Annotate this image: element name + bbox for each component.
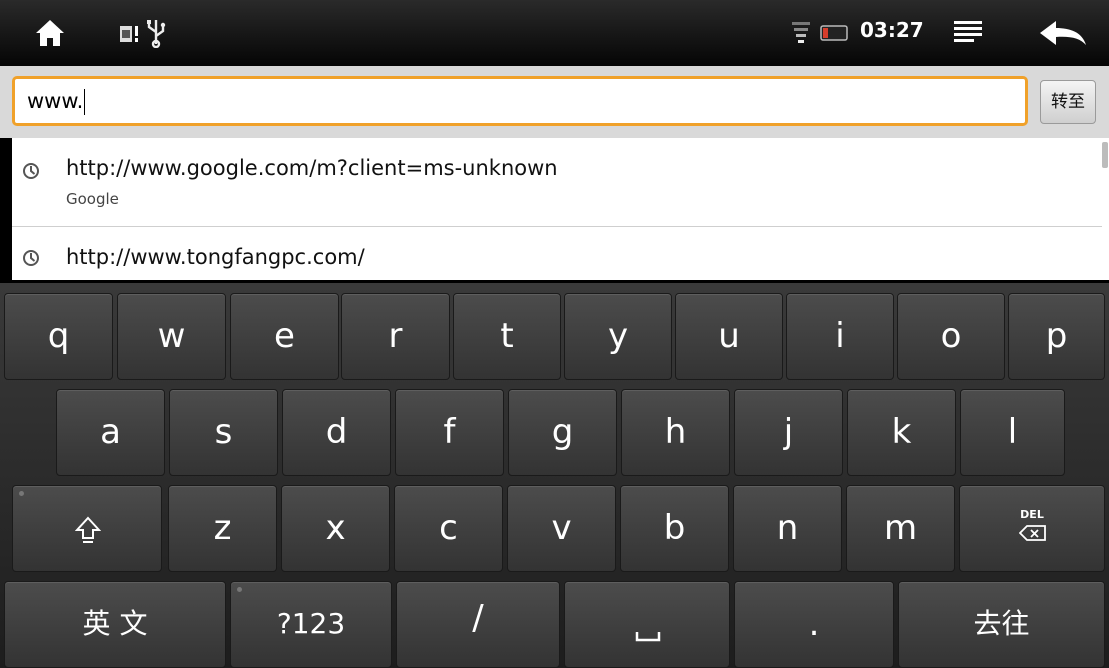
delete-key[interactable]: DEL — [959, 485, 1105, 572]
shift-key[interactable] — [12, 485, 162, 572]
suggestion-item[interactable]: http://www.tongfangpc.com/ — [12, 227, 1102, 280]
key-i[interactable]: i — [786, 293, 894, 380]
key-label: x — [325, 508, 346, 548]
key-m[interactable]: m — [846, 485, 955, 572]
key-q[interactable]: q — [4, 293, 113, 380]
key-v[interactable]: v — [507, 485, 616, 572]
go-key[interactable]: 去往 — [898, 581, 1105, 668]
suggestion-title: Google — [66, 190, 119, 208]
space-icon — [635, 632, 661, 642]
url-input[interactable]: www. — [12, 76, 1028, 126]
key-d[interactable]: d — [282, 389, 391, 476]
status-bar: 03:27 — [0, 0, 1109, 66]
key-k[interactable]: k — [847, 389, 956, 476]
key-label: w — [157, 316, 186, 356]
key-o[interactable]: o — [897, 293, 1005, 380]
text-cursor — [84, 89, 86, 115]
key-r[interactable]: r — [341, 293, 450, 380]
key-label: l — [1007, 412, 1018, 452]
key-n[interactable]: n — [733, 485, 842, 572]
period-key[interactable]: . — [734, 581, 894, 668]
key-indicator-dot — [19, 491, 24, 496]
key-label: c — [439, 508, 458, 548]
key-s[interactable]: s — [169, 389, 278, 476]
key-label: j — [783, 412, 794, 452]
home-icon[interactable] — [34, 18, 66, 48]
key-g[interactable]: g — [508, 389, 617, 476]
back-arrow-icon[interactable] — [1036, 18, 1088, 48]
key-label: . — [808, 604, 820, 644]
key-indicator-dot — [237, 587, 242, 592]
key-label: ?123 — [276, 607, 346, 640]
key-label: g — [551, 412, 574, 452]
key-label: a — [100, 412, 121, 452]
key-y[interactable]: y — [564, 293, 672, 380]
key-label: 去往 — [973, 607, 1030, 640]
history-clock-icon — [23, 250, 39, 266]
sim-card-icon — [120, 26, 138, 42]
key-label: i — [835, 316, 845, 356]
key-label: 英 文 — [82, 607, 148, 640]
key-label: f — [443, 412, 456, 452]
key-label: e — [274, 316, 295, 356]
key-b[interactable]: b — [620, 485, 729, 572]
key-j[interactable]: j — [734, 389, 843, 476]
suggestion-item[interactable]: http://www.google.com/m?client=ms-unknow… — [12, 138, 1102, 227]
clock-time: 03:27 — [860, 18, 924, 42]
battery-icon — [820, 25, 848, 41]
url-input-text: www. — [27, 89, 84, 113]
language-key[interactable]: 英 文 — [4, 581, 226, 668]
key-label: o — [940, 316, 962, 356]
key-label: / — [472, 598, 484, 638]
usb-icon — [147, 20, 166, 48]
go-button[interactable]: 转至 — [1040, 80, 1096, 124]
key-l[interactable]: l — [960, 389, 1065, 476]
url-bar: www. 转至 — [0, 66, 1109, 138]
shift-icon — [75, 516, 101, 543]
key-label: v — [551, 508, 572, 548]
key-label: m — [883, 508, 918, 548]
suggestion-url: http://www.google.com/m?client=ms-unknow… — [66, 156, 558, 180]
key-label: k — [891, 412, 912, 452]
key-label: z — [213, 508, 232, 548]
key-label: u — [718, 316, 740, 356]
key-h[interactable]: h — [621, 389, 730, 476]
soft-keyboard: q w e r t y u i o p a s d f g h j k l z … — [0, 280, 1109, 668]
slash-key[interactable]: / — [396, 581, 560, 668]
key-a[interactable]: a — [56, 389, 165, 476]
key-label: p — [1045, 316, 1068, 356]
delete-key-label: DEL — [1020, 508, 1044, 521]
key-f[interactable]: f — [395, 389, 504, 476]
key-e[interactable]: e — [230, 293, 339, 380]
key-t[interactable]: t — [453, 293, 561, 380]
wifi-icon — [792, 22, 810, 43]
key-label: h — [664, 412, 687, 452]
key-label: q — [47, 316, 70, 356]
space-key[interactable] — [564, 581, 730, 668]
key-label: y — [607, 316, 629, 356]
key-w[interactable]: w — [117, 293, 226, 380]
key-u[interactable]: u — [675, 293, 783, 380]
suggestion-url: http://www.tongfangpc.com/ — [66, 245, 365, 269]
key-label: r — [388, 316, 403, 356]
history-clock-icon — [23, 163, 39, 179]
url-suggestions: http://www.google.com/m?client=ms-unknow… — [12, 138, 1109, 280]
key-z[interactable]: z — [168, 485, 277, 572]
key-x[interactable]: x — [281, 485, 390, 572]
key-p[interactable]: p — [1008, 293, 1105, 380]
menu-icon[interactable] — [952, 18, 984, 46]
symbols-key[interactable]: ?123 — [230, 581, 392, 668]
scrollbar[interactable] — [1102, 142, 1108, 168]
key-label: b — [663, 508, 686, 548]
key-label: n — [776, 508, 799, 548]
key-c[interactable]: c — [394, 485, 503, 572]
key-label: d — [325, 412, 348, 452]
key-label: t — [500, 316, 514, 356]
backspace-icon — [1019, 525, 1046, 541]
key-label: s — [214, 412, 233, 452]
